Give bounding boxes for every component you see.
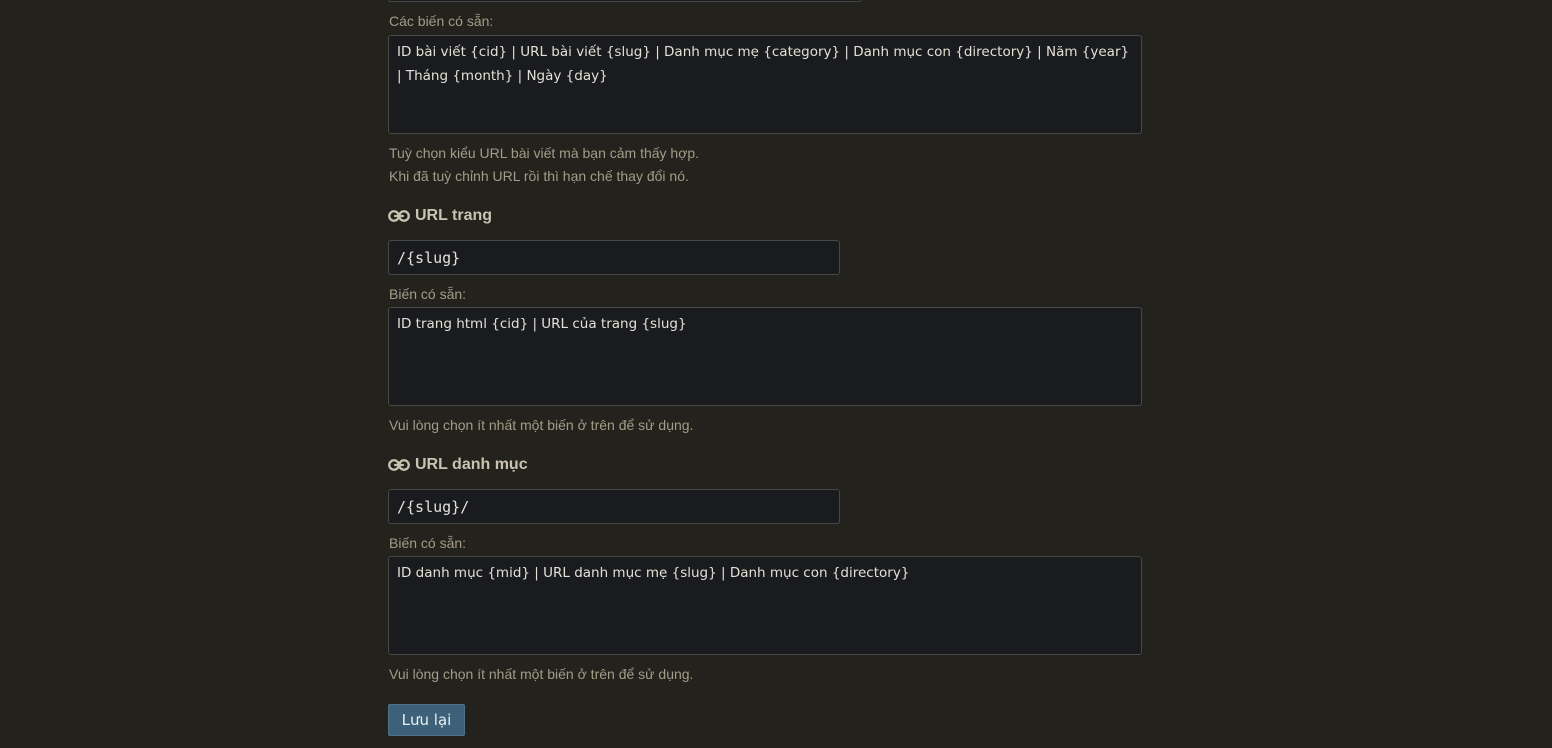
- category-url-heading-text: URL danh mục: [415, 456, 528, 473]
- page-url-input[interactable]: [388, 240, 840, 275]
- page-url-help: Vui lòng chọn ít nhất một biến ở trên để…: [389, 417, 694, 433]
- settings-form: Các biến có sẵn: ID bài viết {cid} | URL…: [0, 0, 1552, 748]
- category-url-vars-label: Biến có sẵn:: [389, 535, 467, 551]
- page-url-heading: URL trang: [388, 207, 492, 225]
- category-url-heading: URL danh mục: [388, 456, 528, 474]
- link-icon: [388, 209, 410, 223]
- category-url-input[interactable]: [388, 489, 840, 524]
- page-url-vars-textarea[interactable]: ID trang html {cid} | URL của trang {slu…: [388, 307, 1142, 406]
- category-url-vars-textarea[interactable]: ID danh mục {mid} | URL danh mục mẹ {slu…: [388, 556, 1142, 655]
- link-icon: [388, 458, 410, 472]
- post-url-vars-label: Các biến có sẵn:: [389, 13, 494, 29]
- category-url-help: Vui lòng chọn ít nhất một biến ở trên để…: [389, 666, 694, 682]
- post-url-input-edge[interactable]: [388, 0, 862, 2]
- save-button[interactable]: Lưu lại: [388, 704, 465, 736]
- page-url-vars-label: Biến có sẵn:: [389, 286, 467, 302]
- post-url-vars-textarea[interactable]: ID bài viết {cid} | URL bài viết {slug} …: [388, 35, 1142, 134]
- post-url-help-2: Khi đã tuỳ chỉnh URL rồi thì hạn chế tha…: [389, 168, 689, 184]
- page-url-heading-text: URL trang: [415, 207, 493, 224]
- post-url-help-1: Tuỳ chọn kiểu URL bài viết mà bạn cảm th…: [389, 145, 700, 161]
